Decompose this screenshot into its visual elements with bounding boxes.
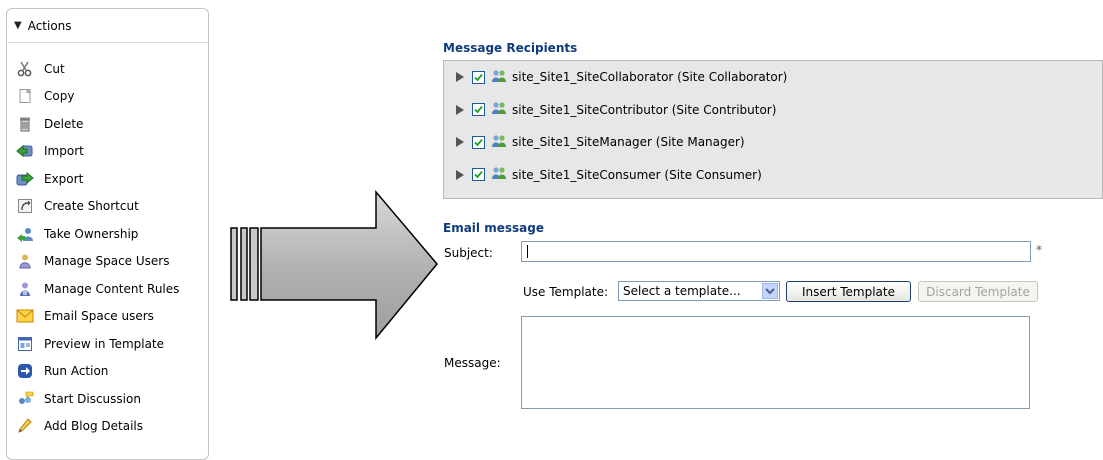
action-label: Preview in Template: [44, 336, 165, 351]
recipients-list: site_Site1_SiteCollaborator (Site Collab…: [443, 60, 1103, 199]
actions-header-label: Actions: [27, 18, 72, 33]
recipient-checkbox[interactable]: [472, 70, 485, 84]
copy-icon: [16, 87, 34, 105]
export-icon: [16, 170, 34, 188]
recipient-checkbox[interactable]: [472, 135, 485, 149]
take-ownership-icon: [16, 225, 34, 243]
action-import[interactable]: Import: [7, 138, 179, 166]
recipient-checkbox[interactable]: [472, 103, 485, 117]
recipients-title: Message Recipients: [443, 41, 578, 55]
template-label: Use Template:: [523, 285, 609, 299]
action-preview-in-template[interactable]: Preview in Template: [7, 330, 179, 358]
expand-triangle-icon[interactable]: [456, 72, 464, 83]
action-add-blog-details[interactable]: Add Blog Details: [7, 413, 179, 441]
action-label: Start Discussion: [44, 391, 141, 406]
recipient-row: site_Site1_SiteCollaborator (Site Collab…: [444, 61, 1102, 94]
trash-icon: [16, 115, 34, 133]
collapse-triangle-icon[interactable]: ▼: [14, 20, 22, 31]
text-caret: [527, 245, 528, 258]
recipient-checkbox[interactable]: [472, 168, 485, 182]
action-copy[interactable]: Copy: [7, 83, 179, 111]
action-label: Import: [44, 144, 84, 159]
subject-input[interactable]: [521, 241, 1031, 262]
shortcut-icon: [16, 197, 34, 215]
recipient-row: site_Site1_SiteManager (Site Manager): [444, 126, 1102, 159]
scissors-icon: [16, 60, 34, 78]
recipient-label: site_Site1_SiteConsumer (Site Consumer): [512, 167, 762, 182]
message-label: Message:: [444, 356, 501, 370]
recipient-label: site_Site1_SiteCollaborator (Site Collab…: [512, 70, 788, 85]
action-label: Manage Content Rules: [44, 281, 180, 296]
chevron-down-icon[interactable]: [762, 283, 778, 299]
template-selected-value: Select a template...: [623, 284, 741, 298]
action-label: Add Blog Details: [44, 419, 143, 434]
expand-triangle-icon[interactable]: [456, 104, 464, 115]
actions-panel: ▼ Actions Cut Copy Delete Import Export …: [6, 8, 209, 460]
expand-triangle-icon[interactable]: [456, 169, 464, 180]
template-icon: [16, 335, 34, 353]
discard-template-button[interactable]: Discard Template: [918, 281, 1038, 302]
action-label: Cut: [44, 61, 65, 76]
action-label: Run Action: [44, 364, 109, 379]
action-label: Copy: [44, 89, 75, 104]
run-action-icon: [16, 362, 34, 380]
insert-template-button[interactable]: Insert Template: [786, 281, 911, 302]
email-icon: [16, 307, 34, 325]
import-icon: [16, 142, 34, 160]
action-label: Manage Space Users: [44, 254, 170, 269]
rules-icon: [16, 280, 34, 298]
action-label: Export: [44, 171, 84, 186]
subject-label: Subject:: [444, 246, 493, 260]
action-run-action[interactable]: Run Action: [7, 358, 179, 386]
action-create-shortcut[interactable]: Create Shortcut: [7, 193, 179, 221]
action-label: Delete: [44, 116, 84, 131]
message-textarea[interactable]: [521, 316, 1030, 409]
action-export[interactable]: Export: [7, 165, 179, 193]
users-icon: [16, 252, 34, 270]
action-delete[interactable]: Delete: [7, 110, 179, 138]
pencil-icon: [16, 417, 34, 435]
action-label: Create Shortcut: [44, 199, 139, 214]
recipient-row: site_Site1_SiteConsumer (Site Consumer): [444, 159, 1102, 192]
arrow-graphic: [230, 189, 440, 353]
group-icon: [491, 101, 507, 118]
recipient-row: site_Site1_SiteContributor (Site Contrib…: [444, 94, 1102, 127]
recipient-label: site_Site1_SiteManager (Site Manager): [512, 135, 745, 150]
expand-triangle-icon[interactable]: [456, 137, 464, 148]
group-icon: [491, 166, 507, 183]
action-cut[interactable]: Cut: [7, 55, 179, 83]
action-manage-content-rules[interactable]: Manage Content Rules: [7, 275, 179, 303]
template-select[interactable]: Select a template...: [618, 281, 780, 301]
action-start-discussion[interactable]: Start Discussion: [7, 385, 179, 413]
required-marker: *: [1036, 243, 1042, 257]
group-icon: [491, 134, 507, 151]
discussion-icon: [16, 390, 34, 408]
recipient-label: site_Site1_SiteContributor (Site Contrib…: [512, 102, 777, 117]
action-email-space-users[interactable]: Email Space users: [7, 303, 179, 331]
action-manage-space-users[interactable]: Manage Space Users: [7, 248, 179, 276]
group-icon: [491, 69, 507, 86]
action-take-ownership[interactable]: Take Ownership: [7, 220, 179, 248]
action-label: Email Space users: [44, 309, 154, 324]
actions-header[interactable]: ▼ Actions: [7, 9, 208, 43]
email-title: Email message: [443, 221, 544, 235]
action-label: Take Ownership: [44, 226, 139, 241]
